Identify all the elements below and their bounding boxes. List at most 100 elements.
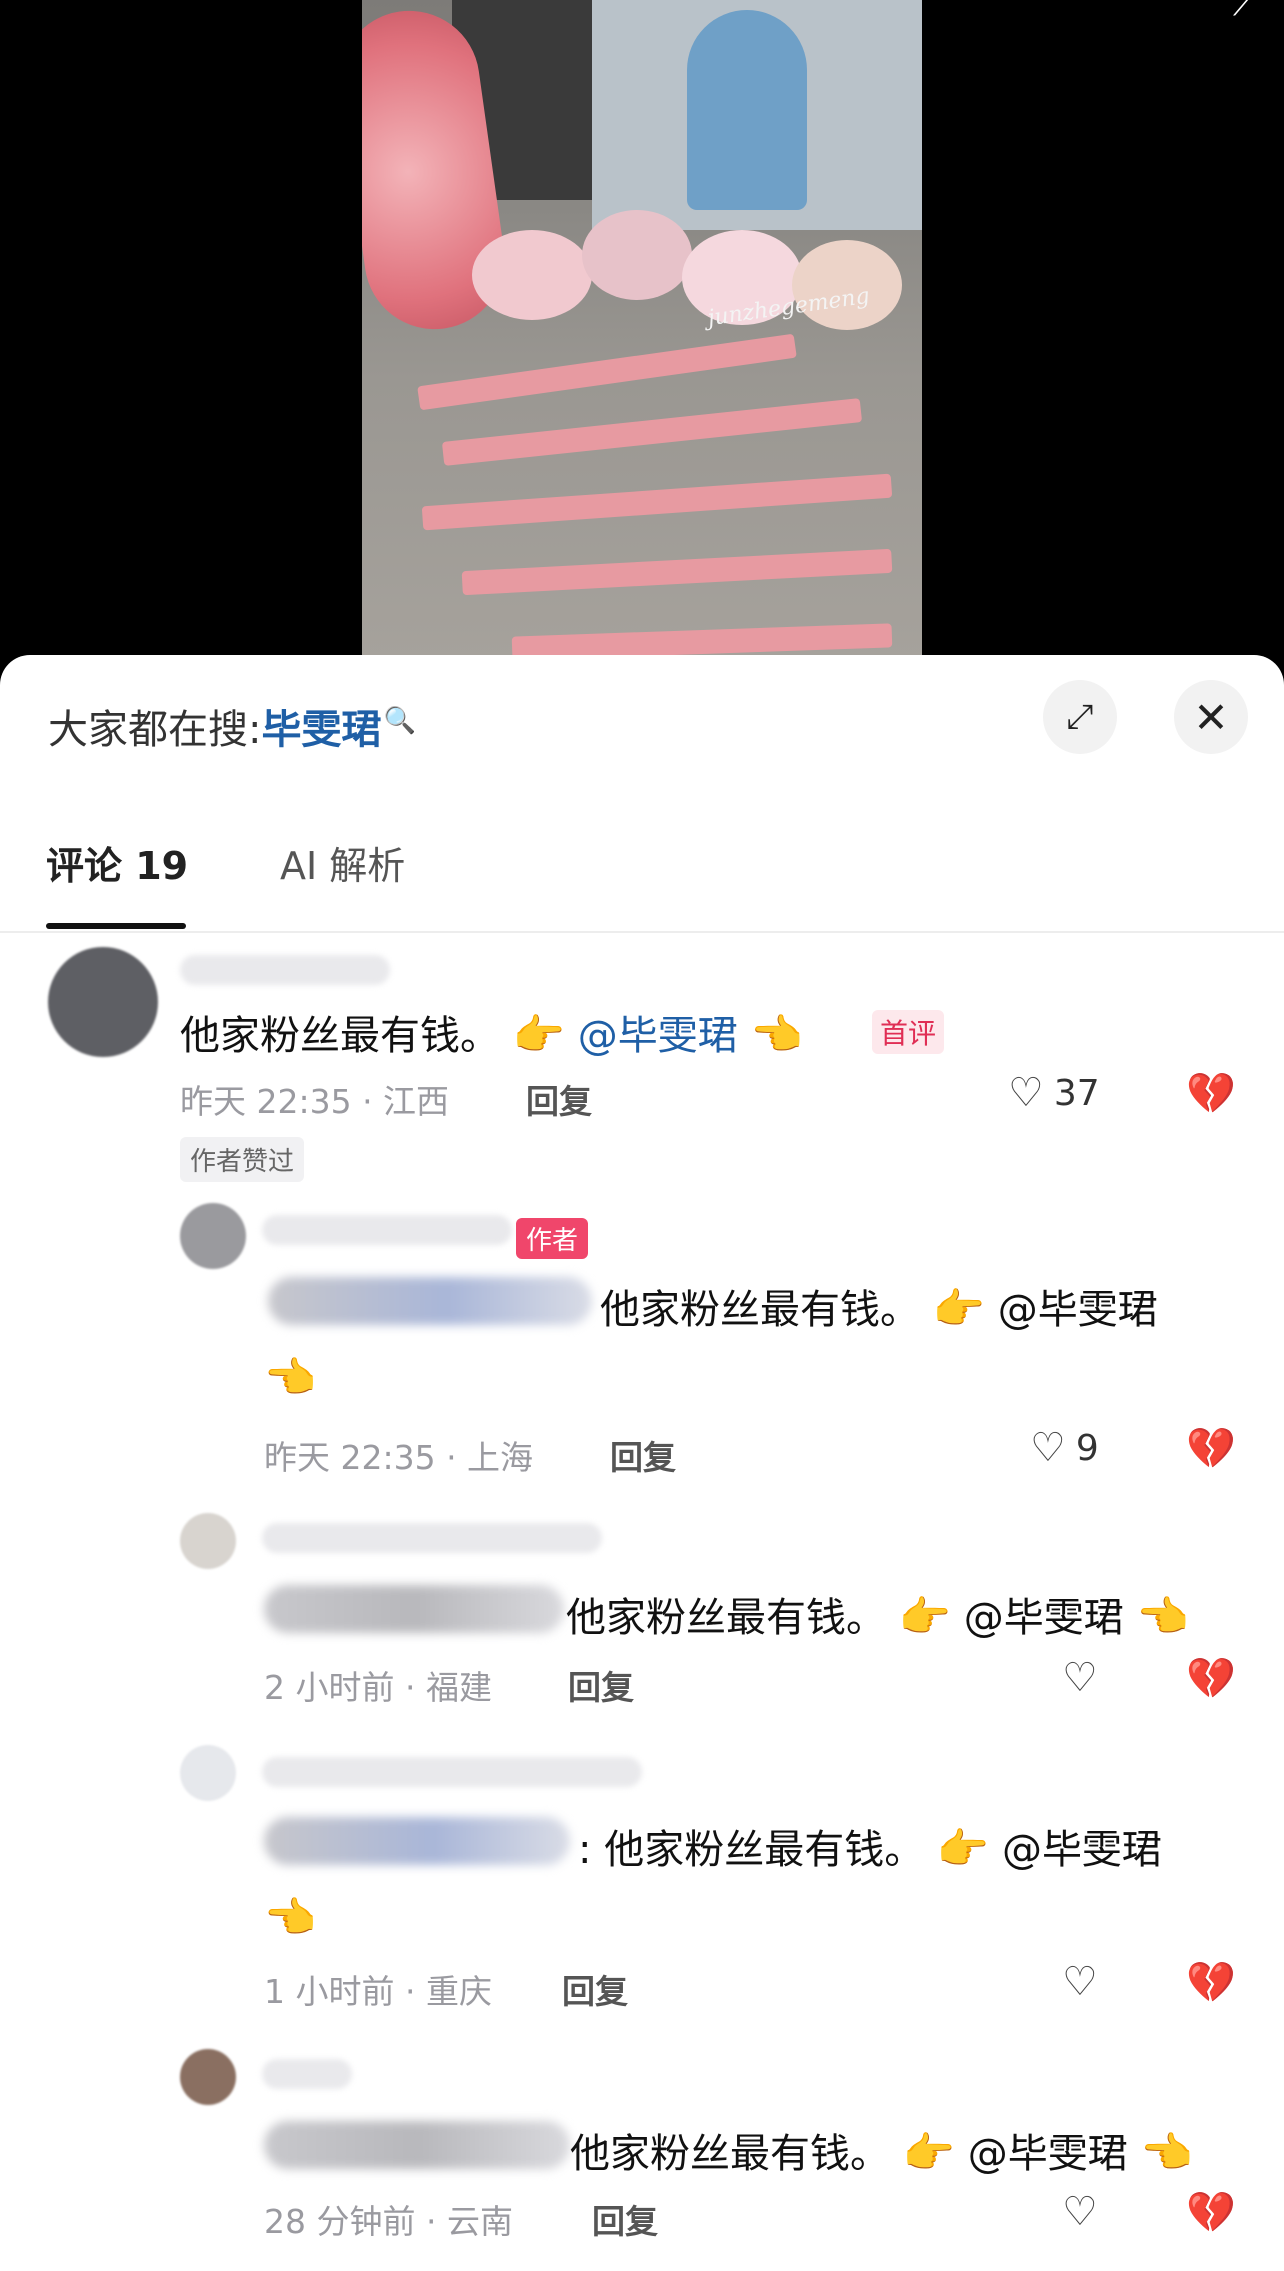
comment-body: 他家粉丝最有钱。 <box>604 1827 925 1873</box>
plush-toy <box>582 210 692 300</box>
comment-text: 他家粉丝最有钱。 👉 @毕雯珺 👈 <box>180 1003 803 1061</box>
comment-text: 他家粉丝最有钱。 👉 @毕雯珺 👈 <box>566 1585 1189 1643</box>
tab-comments[interactable]: 评论 19 <box>46 835 188 890</box>
comment-body: 他家粉丝最有钱。 <box>600 1287 920 1333</box>
like-button[interactable]: ♡ 37 <box>1008 1070 1100 1116</box>
comment-prefix: : <box>578 1827 592 1873</box>
mention-link[interactable]: @毕雯珺 <box>578 1013 738 1059</box>
broken-heart-icon: 💔 <box>1186 1656 1236 1702</box>
comment-body: 他家粉丝最有钱。 <box>570 2131 890 2177</box>
username-blurred[interactable] <box>262 1215 512 1245</box>
heart-icon: ♡ <box>1030 1425 1066 1471</box>
reply-target-blurred[interactable] <box>268 1277 592 1325</box>
trending-search[interactable]: 大家都在搜:毕雯珺🔍 <box>48 697 416 755</box>
expand-icon: ⤢ <box>1066 697 1094 737</box>
heart-icon: ♡ <box>1062 1959 1098 2005</box>
money-row <box>417 333 797 411</box>
comment-time-location: 2 小时前 · 福建 <box>264 1668 492 1707</box>
trending-search-term[interactable]: 毕雯珺 <box>261 707 381 753</box>
comment-text-continuation: 👈 <box>264 1893 316 1943</box>
pointing-hand-icon: 👉 <box>936 1824 990 1873</box>
like-button[interactable]: ♡ <box>1062 1959 1108 2005</box>
reply-target-blurred[interactable] <box>264 2121 570 2169</box>
pointing-hand-icon: 👉 <box>898 1592 952 1641</box>
username-blurred[interactable] <box>262 1523 602 1553</box>
heart-icon: ♡ <box>1062 2189 1098 2235</box>
comment-text: : 他家粉丝最有钱。 👉 @毕雯珺 <box>578 1817 1162 1875</box>
money-row <box>441 398 863 466</box>
like-button[interactable]: ♡ <box>1062 2189 1108 2235</box>
reply-button[interactable]: 回复 <box>568 1661 634 1709</box>
mention-link[interactable]: @毕雯珺 <box>1002 1827 1162 1873</box>
broken-heart-icon: 💔 <box>1186 2190 1236 2236</box>
plush-toy <box>472 230 592 320</box>
comment-text: 他家粉丝最有钱。 👉 @毕雯珺 <box>600 1277 1158 1335</box>
dislike-button[interactable]: 💔 <box>1186 1959 1236 2006</box>
trending-search-prefix: 大家都在搜: <box>48 707 262 753</box>
first-comment-badge: 首评 <box>872 1010 945 1054</box>
pointing-hand-icon: 👉 <box>902 2128 956 2177</box>
pointing-hand-icon: 👈 <box>264 1353 317 1402</box>
author-liked-badge: 作者赞过 <box>180 1137 305 1182</box>
heart-icon: ♡ <box>1062 1655 1098 1701</box>
avatar[interactable] <box>180 1745 236 1801</box>
comment-text: 他家粉丝最有钱。 👉 @毕雯珺 👈 <box>570 2121 1193 2179</box>
reply-button[interactable]: 回复 <box>610 1431 676 1479</box>
reply-button[interactable]: 回复 <box>526 1075 592 1123</box>
pointing-hand-icon: 👈 <box>750 1010 803 1059</box>
broken-heart-icon: 💔 <box>1186 1960 1236 2006</box>
mention-link[interactable]: @毕雯珺 <box>998 1287 1158 1333</box>
mention-link[interactable]: @毕雯珺 <box>968 2131 1128 2177</box>
comment-time-location: 昨天 22:35 · 上海 <box>264 1438 534 1477</box>
username-blurred[interactable] <box>180 955 390 985</box>
comment-sheet: 大家都在搜:毕雯珺🔍 ⤢ ✕ 评论 19 AI 解析 他家粉丝最有钱。 👉 @毕… <box>0 655 1284 2271</box>
reply-button[interactable]: 回复 <box>592 2195 658 2243</box>
active-tab-indicator <box>46 923 186 929</box>
close-button[interactable]: ✕ <box>1174 680 1248 754</box>
mention-link[interactable]: @毕雯珺 <box>964 1595 1124 1641</box>
money-row <box>421 473 893 531</box>
pointing-hand-icon: 👉 <box>932 1284 986 1333</box>
broken-heart-icon: 💔 <box>1186 1071 1236 1117</box>
avatar[interactable] <box>48 947 158 1057</box>
dislike-button[interactable]: 💔 <box>1186 1655 1236 1702</box>
comment-time-location: 1 小时前 · 重庆 <box>264 1972 492 2011</box>
avatar[interactable] <box>180 2049 236 2105</box>
reply-button[interactable]: 回复 <box>562 1965 628 2013</box>
pointing-hand-icon: 👉 <box>512 1010 566 1059</box>
expand-button[interactable]: ⤢ <box>1043 680 1117 754</box>
video-frame: junzhegemeng <box>362 0 922 690</box>
pointing-hand-icon: 👈 <box>264 1893 317 1942</box>
comment-text-continuation: 👈 <box>264 1353 316 1403</box>
avatar[interactable] <box>180 1513 236 1569</box>
like-button[interactable]: ♡ 9 <box>1030 1425 1099 1471</box>
comment-time-location: 昨天 22:35 · 江西 <box>180 1082 450 1121</box>
username-blurred[interactable] <box>262 1757 642 1787</box>
dislike-button[interactable]: 💔 <box>1186 1425 1236 1472</box>
corner-icon[interactable]: ⟋ <box>1233 0 1254 23</box>
tv-screen <box>592 0 922 230</box>
search-icon: 🔍 <box>383 705 416 736</box>
like-button[interactable]: ♡ <box>1062 1655 1108 1701</box>
dislike-button[interactable]: 💔 <box>1186 2189 1236 2236</box>
comment-time-location: 28 分钟前 · 云南 <box>264 2202 513 2241</box>
author-tag: 作者 <box>516 1218 589 1259</box>
tab-bar: 评论 19 AI 解析 <box>0 835 1284 933</box>
username-blurred[interactable] <box>262 2059 352 2089</box>
reply-target-blurred[interactable] <box>264 1585 564 1633</box>
like-count: 9 <box>1075 1427 1099 1469</box>
dislike-button[interactable]: 💔 <box>1186 1070 1236 1117</box>
heart-icon: ♡ <box>1008 1070 1044 1116</box>
avatar[interactable] <box>180 1203 246 1269</box>
video-area[interactable]: junzhegemeng ⟋ <box>0 0 1284 700</box>
like-count: 37 <box>1053 1072 1100 1114</box>
close-icon: ✕ <box>1193 692 1229 742</box>
money-row <box>461 548 893 596</box>
reply-target-blurred[interactable] <box>264 1817 570 1865</box>
broken-heart-icon: 💔 <box>1186 1426 1236 1472</box>
comment-body: 他家粉丝最有钱。 <box>566 1595 886 1641</box>
tv-person <box>687 10 807 210</box>
tab-ai-analysis[interactable]: AI 解析 <box>280 835 405 890</box>
pointing-hand-icon: 👈 <box>1140 2128 1193 2177</box>
comment-body: 他家粉丝最有钱。 <box>180 1013 500 1059</box>
